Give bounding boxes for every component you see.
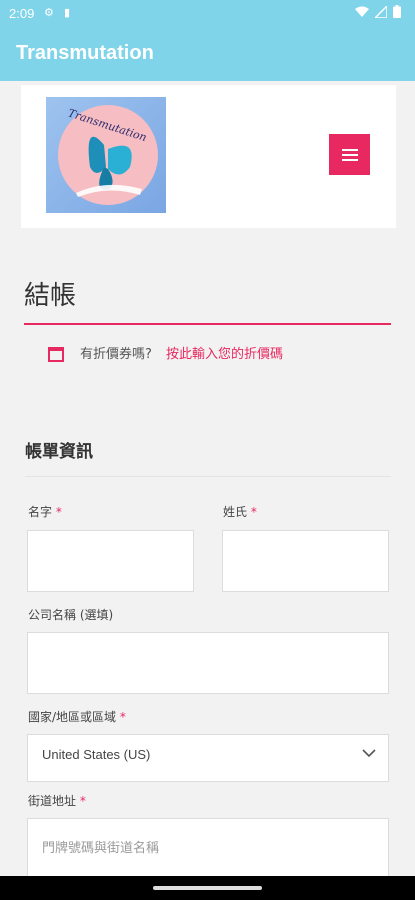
home-gesture-handle[interactable] <box>153 886 262 890</box>
company-input[interactable] <box>28 633 388 693</box>
last-name-label: 姓氏 * <box>223 505 257 519</box>
title-divider <box>24 323 391 325</box>
country-selected-value: United States (US) <box>42 747 151 762</box>
system-nav-bar <box>0 876 415 900</box>
coupon-notice: 有折價券嗎? 按此輸入您的折價碼 <box>48 341 388 365</box>
required-mark: * <box>55 505 62 519</box>
company-field[interactable] <box>27 632 389 694</box>
first-name-label: 名字 * <box>28 505 62 519</box>
wifi-icon <box>355 6 369 17</box>
last-name-input[interactable] <box>223 531 388 591</box>
menu-button[interactable] <box>329 134 370 175</box>
site-header: Transmutation <box>21 85 396 228</box>
status-time: 2:09 <box>9 6 35 21</box>
street-field[interactable] <box>27 818 389 876</box>
signal-icon <box>375 5 387 18</box>
site-logo[interactable]: Transmutation <box>46 97 166 213</box>
required-mark: * <box>250 505 257 519</box>
page-title: 結帳 <box>24 281 77 311</box>
butterfly-icon <box>76 136 142 197</box>
company-label: 公司名稱 (選填) <box>28 608 114 622</box>
settings-notification-icon: ⚙ <box>44 7 54 19</box>
sim-notification-icon: ▮ <box>64 7 71 19</box>
country-label: 國家/地區或區域 * <box>28 710 126 724</box>
calendar-icon <box>48 347 64 362</box>
first-name-input[interactable] <box>28 531 193 591</box>
status-bar: 2:09 ⚙ ▮ <box>0 0 415 28</box>
street-label: 街道地址 * <box>28 794 86 808</box>
battery-icon <box>393 5 401 18</box>
app-bar: Transmutation <box>0 28 415 81</box>
country-select[interactable]: United States (US) <box>27 734 389 782</box>
section-divider <box>25 476 391 477</box>
chevron-down-icon <box>362 749 376 758</box>
checkout-page[interactable]: Transmutation 結帳 有折價券嗎? 按此輸入您的折價碼 帳單資訊 名… <box>0 81 415 876</box>
billing-section-title: 帳單資訊 <box>25 442 93 462</box>
required-mark: * <box>119 710 126 724</box>
hamburger-menu-icon <box>341 148 358 161</box>
app-title: Transmutation <box>16 42 154 64</box>
required-mark: * <box>79 794 86 808</box>
first-name-field[interactable] <box>27 530 194 592</box>
last-name-field[interactable] <box>222 530 389 592</box>
coupon-link[interactable]: 按此輸入您的折價碼 <box>166 343 283 362</box>
coupon-question: 有折價券嗎? <box>80 347 152 362</box>
street-input[interactable] <box>28 819 388 876</box>
